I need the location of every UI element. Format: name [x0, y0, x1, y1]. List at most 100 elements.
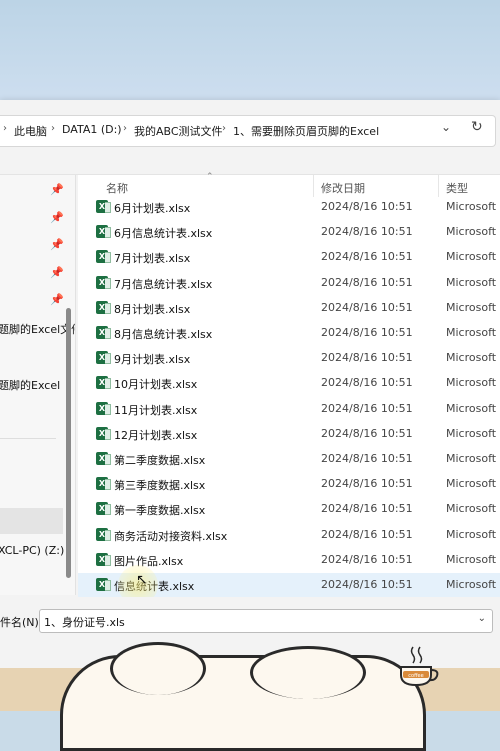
column-header-modified[interactable]: 修改日期: [321, 180, 365, 196]
chevron-down-icon[interactable]: ⌄: [441, 120, 451, 134]
excel-file-icon: X: [96, 351, 111, 365]
file-type: Microsoft E: [446, 200, 500, 213]
breadcrumb-data1-drive[interactable]: DATA1 (D:): [62, 123, 122, 136]
file-type: Microsoft E: [446, 452, 500, 465]
file-row[interactable]: X6月信息统计表.xlsx 2024/8/16 10:51 Microsoft E: [78, 220, 500, 245]
file-row[interactable]: X7月信息统计表.xlsx 2024/8/16 10:51 Microsoft E: [78, 271, 500, 296]
coffee-label: coffee: [408, 673, 423, 679]
file-modified-date: 2024/8/16 10:51: [321, 527, 413, 541]
excel-file-icon: X: [96, 502, 111, 516]
file-row[interactable]: X第二季度数据.xlsx 2024/8/16 10:51 Microsoft E: [78, 447, 500, 472]
excel-file-icon: X: [96, 225, 111, 239]
address-field[interactable]: › 此电脑 › DATA1 (D:) › 我的ABC测试文件 › 1、需要删除页…: [0, 115, 496, 147]
excel-file-icon: X: [96, 326, 111, 339]
file-type: Microsoft E: [446, 552, 500, 566]
file-modified-date: 2024/8/16 10:51: [321, 351, 413, 365]
file-modified-date: 2024/8/16 10:51: [321, 376, 413, 390]
excel-file-icon: X: [96, 552, 111, 566]
file-row[interactable]: X12月计划表.xlsx 2024/8/16 10:51 Microsoft E: [78, 422, 500, 447]
file-type: Microsoft E: [446, 502, 500, 516]
column-header-name[interactable]: 名称: [106, 180, 128, 196]
file-name: 9月计划表.xlsx: [114, 353, 191, 367]
file-type: Microsoft E: [446, 477, 500, 491]
file-modified-date: 2024/8/16 10:51: [321, 502, 413, 516]
chevron-down-icon[interactable]: ⌄: [478, 613, 486, 624]
file-modified-date: 2024/8/16 10:51: [321, 426, 413, 440]
filename-bar: 件名(N): 1、身份证号.xls ⌄: [0, 597, 500, 645]
excel-file-icon: X: [96, 578, 111, 591]
file-name: 8月计划表.xlsx: [114, 302, 191, 316]
cloud-bump: [250, 646, 366, 699]
file-name: 7月计划表.xlsx: [114, 252, 191, 266]
pin-icon[interactable]: 📌: [50, 183, 64, 196]
pin-icon[interactable]: 📌: [50, 293, 64, 306]
nav-item-selected[interactable]: [0, 508, 63, 534]
filename-value: 1、身份证号.xls: [44, 616, 125, 629]
refresh-icon[interactable]: ↻: [471, 119, 483, 135]
excel-file-icon: X: [96, 200, 111, 213]
excel-file-icon: X: [96, 452, 111, 465]
navigation-pane: 📌 📌 📌 📌 📌 题脚的Excel文件 题脚的Excel XCL-PC) (Z…: [0, 175, 76, 595]
file-modified-date: 2024/8/16 10:51: [321, 275, 413, 289]
file-row[interactable]: X商务活动对接资料.xlsx 2024/8/16 10:51 Microsoft E: [78, 523, 500, 548]
column-divider[interactable]: [438, 175, 439, 197]
file-type: Microsoft E: [446, 326, 500, 339]
nav-item-excel[interactable]: 题脚的Excel: [0, 377, 60, 393]
breadcrumb-test-folder[interactable]: 我的ABC测试文件: [134, 123, 223, 139]
file-name: 图片作品.xlsx: [114, 554, 184, 568]
file-modified-date: 2024/8/16 10:51: [321, 578, 413, 591]
excel-file-icon: X: [96, 527, 111, 541]
pin-icon[interactable]: 📌: [50, 266, 64, 279]
file-row[interactable]: X11月计划表.xlsx 2024/8/16 10:51 Microsoft E: [78, 397, 500, 422]
address-bar: › 此电脑 › DATA1 (D:) › 我的ABC测试文件 › 1、需要删除页…: [0, 112, 500, 148]
file-type: Microsoft E: [446, 426, 500, 440]
toolbar: [0, 150, 500, 175]
file-row[interactable]: X7月计划表.xlsx 2024/8/16 10:51 Microsoft E: [78, 245, 500, 270]
excel-file-icon: X: [96, 477, 111, 491]
breadcrumb-separator-icon: ›: [3, 123, 7, 134]
file-row[interactable]: X8月计划表.xlsx 2024/8/16 10:51 Microsoft E: [78, 296, 500, 321]
filename-label: 件名(N):: [0, 616, 43, 629]
breadcrumb-current-folder[interactable]: 1、需要删除页眉页脚的Excel: [233, 123, 379, 139]
desktop-background: [0, 0, 500, 112]
file-modified-date: 2024/8/16 10:51: [321, 552, 413, 566]
file-row[interactable]: X8月信息统计表.xlsx 2024/8/16 10:51 Microsoft E: [78, 321, 500, 346]
file-row[interactable]: X9月计划表.xlsx 2024/8/16 10:51 Microsoft E: [78, 346, 500, 371]
breadcrumb-separator-icon: ›: [123, 123, 127, 134]
column-divider[interactable]: [313, 175, 314, 197]
file-row[interactable]: X第一季度数据.xlsx 2024/8/16 10:51 Microsoft E: [78, 497, 500, 522]
file-row[interactable]: X10月计划表.xlsx 2024/8/16 10:51 Microsoft E: [78, 371, 500, 396]
file-row[interactable]: X第三季度数据.xlsx 2024/8/16 10:51 Microsoft E: [78, 472, 500, 497]
excel-file-icon: X: [96, 401, 111, 415]
file-type: Microsoft E: [446, 351, 500, 365]
file-row[interactable]: X6月计划表.xlsx 2024/8/16 10:51 Microsoft E: [78, 195, 500, 220]
file-type: Microsoft E: [446, 527, 500, 541]
sort-ascending-icon: ⌃: [206, 172, 214, 182]
file-name: 6月信息统计表.xlsx: [114, 227, 213, 241]
file-modified-date: 2024/8/16 10:51: [321, 300, 413, 314]
pin-icon[interactable]: 📌: [50, 211, 64, 224]
filename-input[interactable]: 1、身份证号.xls ⌄: [39, 609, 493, 633]
mouse-pointer-icon: ↖: [136, 572, 148, 588]
file-name: 11月计划表.xlsx: [114, 403, 198, 417]
file-name: 第三季度数据.xlsx: [114, 479, 206, 493]
file-type: Microsoft E: [446, 225, 500, 239]
file-modified-date: 2024/8/16 10:51: [321, 200, 413, 213]
file-type: Microsoft E: [446, 376, 500, 390]
excel-file-icon: X: [96, 250, 111, 264]
excel-file-icon: X: [96, 426, 111, 440]
file-modified-date: 2024/8/16 10:51: [321, 401, 413, 415]
excel-file-icon: X: [96, 300, 111, 314]
file-type: Microsoft E: [446, 275, 500, 289]
nav-scrollbar[interactable]: [66, 308, 71, 578]
file-name: 6月计划表.xlsx: [114, 202, 191, 215]
file-type: Microsoft E: [446, 401, 500, 415]
nav-item-network-drive[interactable]: XCL-PC) (Z:): [0, 544, 64, 557]
breadcrumb-this-pc[interactable]: 此电脑: [14, 123, 47, 139]
pin-icon[interactable]: 📌: [50, 238, 64, 251]
nav-item-excel-files[interactable]: 题脚的Excel文件: [0, 321, 75, 337]
column-header-type[interactable]: 类型: [446, 180, 468, 196]
file-name: 8月信息统计表.xlsx: [114, 328, 213, 341]
cloud-bump: [110, 642, 206, 695]
file-list: ⌃ 名称 修改日期 类型 X 6月计划表.xlsx 2024/8/16 10:51 M…: [78, 172, 500, 598]
